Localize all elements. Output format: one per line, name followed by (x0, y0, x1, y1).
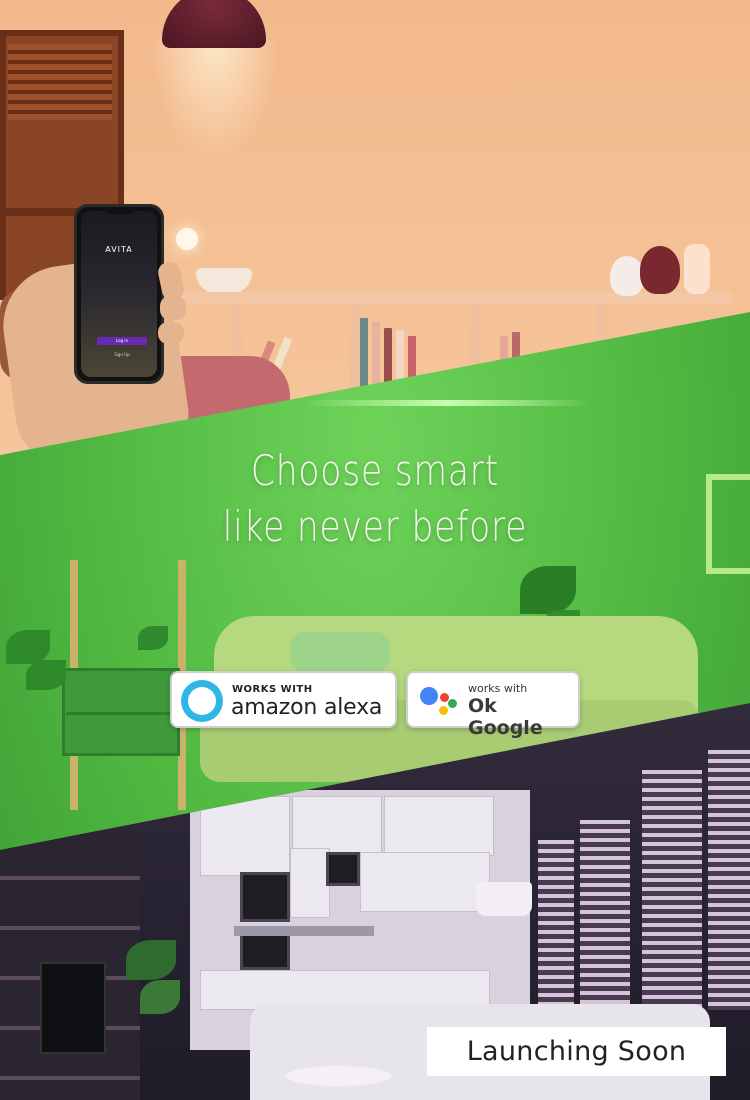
window-blinds (642, 770, 702, 1010)
finger (160, 296, 186, 320)
red-vase (640, 246, 680, 294)
headline: Choose smart like never before (0, 443, 750, 555)
oven (240, 872, 290, 922)
phone-brand-logo: AVITA (105, 245, 133, 254)
microwave (326, 852, 360, 886)
pendant-lamp (162, 0, 266, 48)
oven (240, 930, 290, 970)
wall-cabinet (360, 852, 490, 912)
window-blinds (708, 750, 750, 1010)
launching-soon-label: Launching Soon (466, 1036, 687, 1067)
window-blinds (580, 820, 630, 1010)
window-blinds (538, 840, 574, 1010)
works-with-alexa-badge: WORKS WITH amazon alexa (170, 671, 397, 728)
white-vase (610, 256, 644, 296)
plant-leaf (26, 660, 66, 690)
coffee-table (286, 1066, 392, 1086)
plant-leaf (6, 630, 50, 664)
lamp-light-glow (150, 40, 280, 160)
alexa-badge-caption: WORKS WITH (232, 684, 313, 695)
alexa-badge-title: amazon alexa (231, 695, 383, 720)
upper-cabinet (384, 796, 494, 856)
plant-leaf (140, 980, 180, 1014)
shelf-slats (8, 44, 112, 120)
globe-lamp (176, 228, 198, 250)
works-with-google-badge: works with Ok Google (406, 671, 580, 739)
long-wall-shelf (170, 292, 732, 304)
launching-soon-banner: Launching Soon (427, 1027, 726, 1076)
monstera-leaf (520, 566, 576, 614)
book (384, 328, 392, 388)
sofa-cushion (290, 632, 390, 672)
smart-home-banner: AVITA Log in Sign Up Choose smart like n… (0, 0, 750, 1100)
range-hood (234, 926, 374, 936)
book (372, 322, 380, 388)
smartphone: AVITA Log in Sign Up (74, 204, 164, 384)
phone-screen: AVITA Log in Sign Up (81, 211, 157, 377)
glass-jar (684, 244, 710, 294)
led-strip-light (305, 400, 590, 406)
headline-line-2: like never before (222, 502, 528, 551)
google-badge-title: Ok Google (468, 695, 543, 739)
phone-login-button: Log in (97, 337, 147, 345)
phone-signup-button: Sign Up (114, 352, 130, 357)
television (40, 962, 106, 1054)
headline-line-1: Choose smart (250, 446, 500, 495)
decor-bowl (196, 268, 252, 294)
alexa-ring-icon (181, 680, 223, 722)
cabinet-divider (66, 712, 176, 715)
phone-notch (105, 207, 135, 214)
floor-lamp (476, 882, 532, 916)
tall-cabinet (290, 848, 330, 918)
plant-leaf (138, 626, 168, 650)
finger (158, 322, 184, 344)
plant-leaf (126, 940, 176, 980)
book (360, 318, 368, 388)
google-badge-caption: works with (468, 682, 528, 695)
